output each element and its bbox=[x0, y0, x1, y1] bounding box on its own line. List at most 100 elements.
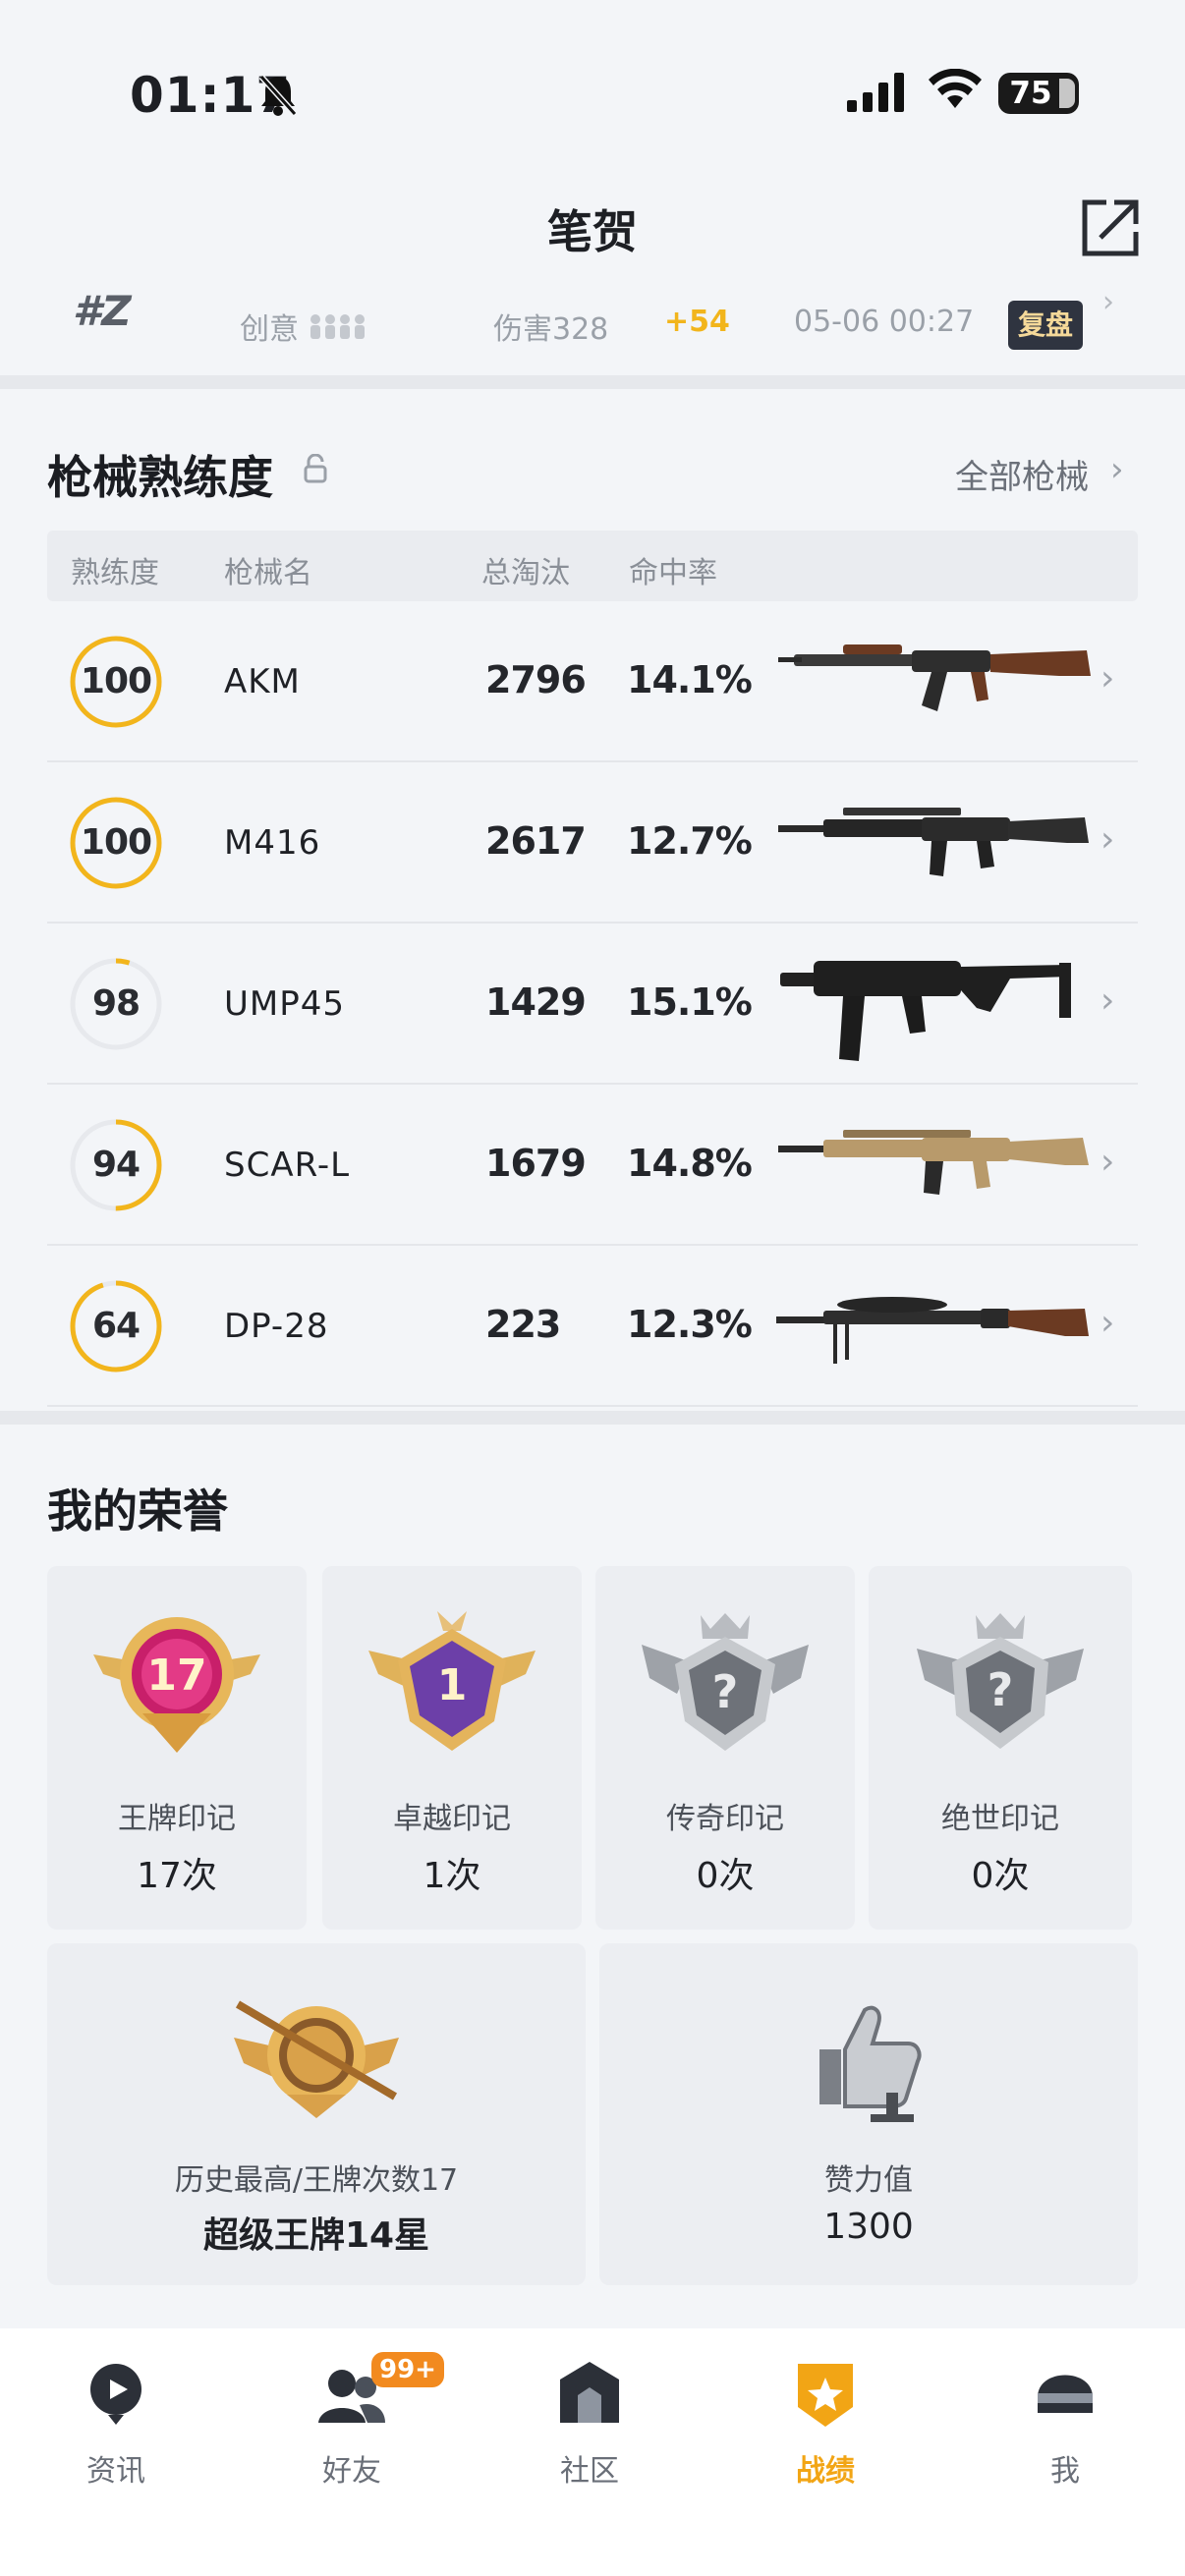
honor-card-peerless[interactable]: ? 绝世印记 0次 bbox=[869, 1566, 1132, 1930]
honor-value: 1次 bbox=[423, 1856, 481, 1896]
weapon-kills: 1429 bbox=[485, 980, 587, 1024]
ace-badge-icon: 17 bbox=[93, 1617, 260, 1753]
battery-indicator: 75 bbox=[998, 73, 1079, 114]
nav-label: 好友 bbox=[322, 2454, 381, 2489]
records-star-shield-icon bbox=[798, 2364, 853, 2427]
match-rank: #Z bbox=[73, 287, 132, 335]
honors-title: 我的荣誉 bbox=[47, 1484, 228, 1538]
weapon-hit-rate: 12.7% bbox=[627, 819, 753, 863]
honor-value: 0次 bbox=[971, 1856, 1030, 1896]
weapon-mastery-title: 枪械熟练度 bbox=[47, 451, 273, 504]
weapon-kills: 1679 bbox=[485, 1142, 587, 1185]
all-weapons-link[interactable]: 全部枪械 bbox=[955, 450, 1089, 498]
ace-crest-icon bbox=[234, 2000, 399, 2118]
honor-value: 1300 bbox=[823, 2207, 914, 2247]
section-divider bbox=[0, 375, 1185, 389]
peerless-badge-locked-icon: ? bbox=[917, 1613, 1084, 1749]
honor-label: 绝世印记 bbox=[941, 1802, 1059, 1836]
honor-value: 超级王牌14星 bbox=[202, 2215, 430, 2256]
mastery-ring: 94 bbox=[69, 1118, 163, 1212]
nav-records[interactable]: 战绩 bbox=[727, 2358, 924, 2489]
honor-card-legend[interactable]: ? 传奇印记 0次 bbox=[595, 1566, 855, 1930]
bell-muted-icon bbox=[258, 74, 298, 117]
weapon-row[interactable]: 94 SCAR-L 1679 14.8% › bbox=[47, 1085, 1138, 1246]
mastery-ring: 100 bbox=[69, 635, 163, 729]
lock-icon[interactable] bbox=[303, 454, 328, 483]
weapon-name: DP-28 bbox=[224, 1307, 329, 1346]
svg-text:1: 1 bbox=[437, 1660, 468, 1710]
honor-value: 17次 bbox=[137, 1856, 217, 1896]
weapon-name: AKM bbox=[224, 662, 301, 701]
col-total-kills: 总淘汰 bbox=[481, 556, 570, 590]
weapon-name: SCAR-L bbox=[224, 1146, 351, 1185]
honor-card-excellence[interactable]: 1 卓越印记 1次 bbox=[322, 1566, 582, 1930]
weapon-hit-rate: 14.8% bbox=[627, 1142, 753, 1185]
chevron-right-icon: › bbox=[1110, 450, 1124, 489]
col-weapon-name: 枪械名 bbox=[224, 556, 312, 590]
team-members-icon bbox=[310, 314, 365, 339]
weapon-row[interactable]: 100 AKM 2796 14.1% › bbox=[47, 601, 1138, 762]
svg-text:17: 17 bbox=[146, 1651, 206, 1701]
signal-icon bbox=[847, 73, 904, 112]
akm-rifle-image bbox=[778, 644, 1091, 711]
nav-community[interactable]: 社区 bbox=[491, 2358, 688, 2489]
match-damage: 伤害328 bbox=[493, 312, 609, 347]
weapon-hit-rate: 14.1% bbox=[627, 658, 753, 701]
mastery-ring: 98 bbox=[69, 957, 163, 1051]
honor-value: 0次 bbox=[696, 1856, 755, 1896]
dp28-lmg-image bbox=[776, 1297, 1089, 1364]
nav-label: 社区 bbox=[560, 2454, 619, 2489]
notification-badge: 99+ bbox=[371, 2352, 444, 2387]
community-house-icon bbox=[560, 2362, 619, 2423]
news-play-icon bbox=[90, 2364, 141, 2425]
ump45-smg-image bbox=[780, 961, 1071, 1061]
chevron-right-icon: › bbox=[1100, 980, 1115, 1021]
col-mastery: 熟练度 bbox=[71, 556, 159, 590]
weapon-table-header: 熟练度 枪械名 总淘汰 命中率 bbox=[47, 531, 1138, 601]
svg-text:?: ? bbox=[988, 1663, 1014, 1716]
chevron-right-icon: › bbox=[1100, 658, 1115, 699]
weapon-row[interactable]: 64 DP-28 223 12.3% › bbox=[47, 1246, 1138, 1407]
chevron-right-icon: › bbox=[1100, 819, 1115, 860]
weapon-name: M416 bbox=[224, 823, 321, 863]
weapon-row[interactable]: 98 UMP45 1429 15.1% › bbox=[47, 924, 1138, 1085]
col-hit-rate: 命中率 bbox=[629, 556, 717, 590]
honor-card-likes[interactable]: 赞力值 1300 bbox=[599, 1943, 1138, 2285]
honor-label: 卓越印记 bbox=[393, 1802, 511, 1836]
weapon-hit-rate: 12.3% bbox=[627, 1303, 753, 1346]
honor-label: 王牌印记 bbox=[118, 1802, 236, 1836]
bottom-nav: 资讯 99+ 好友 社区 战绩 我 bbox=[0, 2328, 1185, 2576]
mastery-ring: 64 bbox=[69, 1279, 163, 1373]
chevron-right-icon: › bbox=[1102, 285, 1114, 319]
scar-l-rifle-image bbox=[778, 1130, 1089, 1195]
honor-card-ace[interactable]: 17 王牌印记 17次 bbox=[47, 1566, 307, 1930]
weapon-row[interactable]: 100 M416 2617 12.7% › bbox=[47, 762, 1138, 924]
wifi-icon bbox=[929, 69, 982, 108]
helmet-icon bbox=[1038, 2375, 1093, 2413]
honor-card-history-best[interactable]: 历史最高/王牌次数17 超级王牌14星 bbox=[47, 1943, 586, 2285]
mastery-ring: 100 bbox=[69, 796, 163, 890]
nav-friends[interactable]: 99+ 好友 bbox=[254, 2352, 450, 2489]
page-title: 笔贺 bbox=[547, 205, 638, 258]
nav-label: 战绩 bbox=[796, 2454, 855, 2489]
nav-me[interactable]: 我 bbox=[967, 2358, 1163, 2489]
match-mode: 创意 bbox=[240, 305, 367, 348]
chevron-right-icon: › bbox=[1100, 1142, 1115, 1182]
weapon-name: UMP45 bbox=[224, 984, 345, 1024]
review-button[interactable]: 复盘 bbox=[1008, 301, 1083, 350]
match-date: 05-06 00:27 bbox=[794, 305, 975, 339]
status-bar: 01:17 75 bbox=[0, 0, 1185, 187]
nav-news[interactable]: 资讯 bbox=[18, 2358, 214, 2489]
excellence-badge-icon: 1 bbox=[368, 1611, 536, 1751]
match-summary-row[interactable]: #Z 创意 伤害328 +54 05-06 00:27 复盘 › bbox=[0, 275, 1185, 373]
weapon-kills: 2796 bbox=[485, 658, 587, 701]
legend-badge-locked-icon: ? bbox=[642, 1613, 809, 1751]
share-icon[interactable] bbox=[1079, 196, 1142, 259]
thumbs-up-icon bbox=[819, 2005, 922, 2122]
m416-rifle-image bbox=[778, 808, 1089, 876]
nav-label: 资讯 bbox=[86, 2454, 145, 2489]
weapon-hit-rate: 15.1% bbox=[627, 980, 753, 1024]
weapon-kills: 223 bbox=[485, 1303, 561, 1346]
svg-text:?: ? bbox=[712, 1665, 739, 1718]
match-points: +54 bbox=[664, 305, 730, 339]
